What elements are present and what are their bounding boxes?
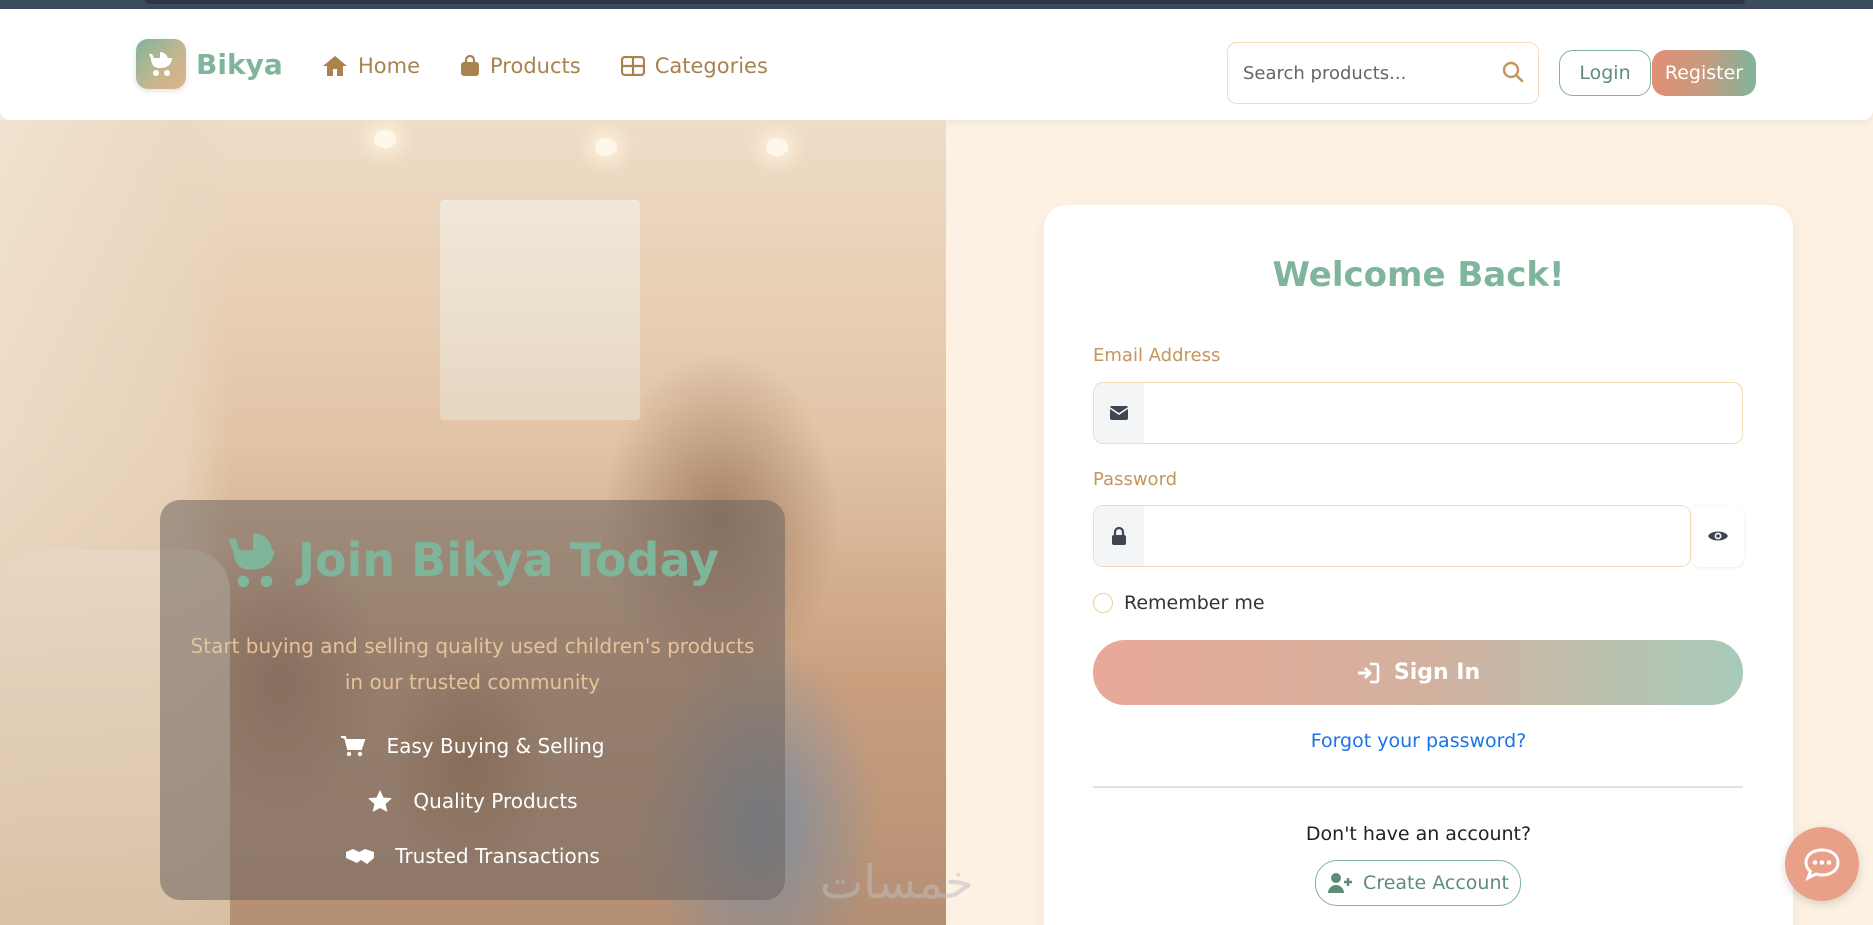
chat-button[interactable] [1785,827,1859,901]
nav-home-label: Home [358,54,421,78]
hero-title-text: Join Bikya Today [297,533,720,587]
main-nav: Home Products Categories [322,54,808,78]
feature-label: Easy Buying & Selling [386,733,605,758]
remember-me-checkbox[interactable] [1093,593,1113,613]
sign-in-label: Sign In [1393,660,1481,685]
login-card: Welcome Back! Email Address Password Rem… [1044,205,1793,925]
forgot-password-link[interactable]: Forgot your password? [1044,730,1793,752]
form-title: Welcome Back! [1272,255,1565,295]
divider [1093,786,1743,788]
remember-me[interactable]: Remember me [1093,592,1265,614]
hero-window [440,200,640,420]
create-account-button[interactable]: Create Account [1315,860,1521,906]
brand-logo [136,39,186,89]
email-label: Email Address [1093,345,1221,366]
home-icon [323,56,347,76]
search-input[interactable] [1243,62,1493,84]
nav-products[interactable]: Products [460,54,581,78]
grid-icon [620,56,645,76]
hero-title: Join Bikya Today [160,530,785,590]
email-addon [1094,383,1144,443]
watermark: خمسات [820,855,974,909]
baby-carriage-icon [149,52,172,76]
hero-overlay: Join Bikya Today Start buying and sellin… [160,500,785,900]
top-strip-inner [145,0,1745,4]
lock-icon [1112,526,1126,545]
eye-icon [1708,531,1728,541]
no-account-text: Don't have an account? [1305,823,1532,845]
browser-top-strip [0,0,1873,9]
hero-light [766,138,788,156]
sign-in-icon [1357,662,1380,683]
password-field-group [1093,505,1691,567]
feature-item: Easy Buying & Selling [160,718,785,773]
brand-link[interactable]: Bikya [136,39,283,89]
envelope-icon [1109,406,1129,420]
star-icon [368,789,393,812]
sign-in-button[interactable]: Sign In [1093,640,1743,705]
brand-name: Bikya [196,47,283,81]
user-plus-icon [1328,873,1353,893]
feature-item: Quality Products [160,773,785,828]
handshake-icon [346,848,375,864]
feature-label: Trusted Transactions [395,843,600,868]
login-button[interactable]: Login [1559,50,1651,96]
toggle-password-button[interactable] [1692,505,1744,567]
remember-me-label: Remember me [1124,592,1265,614]
email-field-group [1093,382,1743,444]
search-box [1227,42,1539,104]
nav-categories-label: Categories [654,54,768,78]
navbar: Bikya Home Products Categories Search pr… [0,9,1873,120]
search-icon[interactable] [1502,61,1524,83]
nav-products-label: Products [490,54,581,78]
feature-label: Quality Products [413,788,578,813]
baby-carriage-icon [227,532,275,588]
hero-image: Join Bikya Today Start buying and sellin… [0,120,946,925]
password-label: Password [1093,469,1178,490]
hero-features: Easy Buying & Selling Quality Products T… [160,718,785,883]
hero-light [374,130,396,148]
hero-subtitle: Start buying and selling quality used ch… [190,634,755,694]
create-account-label: Create Account [1363,872,1509,894]
feature-item: Trusted Transactions [160,828,785,883]
nav-home[interactable]: Home [322,54,420,78]
password-addon [1094,506,1144,566]
cart-icon [341,735,366,756]
shopping-bag-icon [461,55,480,76]
chat-icon [1804,848,1840,881]
nav-categories[interactable]: Categories [620,54,768,78]
password-input[interactable] [1150,506,1686,566]
register-button[interactable]: Register [1652,50,1756,96]
hero-light [595,138,617,156]
email-input[interactable] [1150,383,1738,443]
